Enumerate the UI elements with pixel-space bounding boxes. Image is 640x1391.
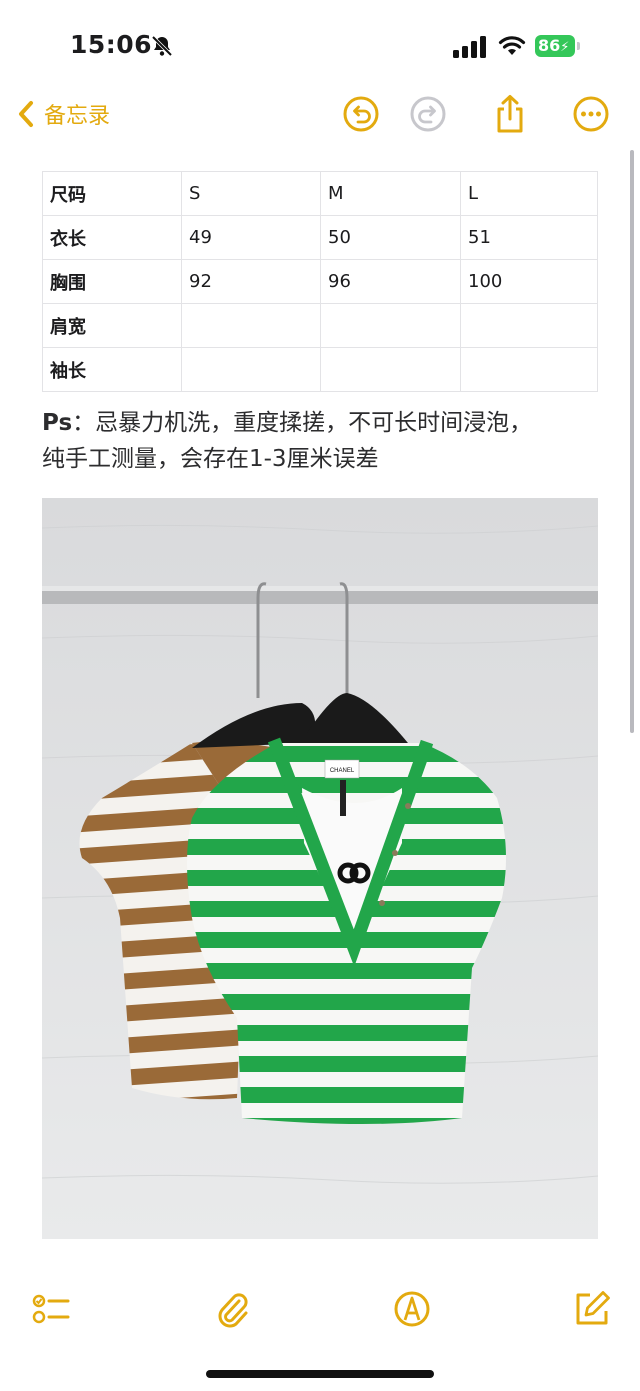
bottom-toolbar [0,1285,640,1335]
table-cell[interactable]: S [181,171,321,216]
paperclip-icon[interactable] [213,1289,253,1329]
table-cell[interactable] [460,347,598,392]
table-cell[interactable] [320,303,461,348]
status-time: 15:06 [70,30,153,59]
table-cell[interactable] [320,347,461,392]
table-row: 肩宽 [42,303,598,348]
table-cell[interactable]: 96 [320,259,461,304]
back-label: 备忘录 [44,104,111,129]
table-cell[interactable] [181,303,321,348]
table-cell[interactable]: 胸围 [42,259,182,304]
table-cell[interactable]: 51 [460,215,598,260]
table-cell[interactable]: 衣长 [42,215,182,260]
back-button[interactable]: 备忘录 [18,98,110,130]
chevron-left-icon [19,101,33,127]
table-row: 衣长 49 50 51 [42,215,598,260]
note-line-1: ：忌暴力机洗，重度揉搓，不可长时间浸泡， [72,410,533,436]
table-cell[interactable] [181,347,321,392]
home-indicator[interactable] [206,1370,434,1378]
note-line-2: 纯手工测量，会存在1-3厘米误差 [42,446,379,472]
table-cell[interactable]: 袖长 [42,347,182,392]
table-cell[interactable]: 92 [181,259,321,304]
bell-slash-icon [151,35,173,57]
scrollbar[interactable] [630,150,634,733]
table-row: 尺码 S M L [42,171,598,216]
battery-tip [577,42,580,50]
product-photo[interactable]: CHANEL [42,498,598,1239]
redo-icon[interactable] [408,94,448,134]
compose-icon[interactable] [572,1289,612,1329]
wifi-icon [498,36,526,55]
navigation-bar: 备忘录 [0,90,640,140]
table-cell[interactable]: 49 [181,215,321,260]
table-cell[interactable]: 50 [320,215,461,260]
size-table[interactable]: 尺码 S M L 衣长 49 50 51 胸围 92 96 100 肩宽 袖长 [42,171,598,392]
clothing-tag-text: CHANEL [330,768,355,774]
battery-level: 86 [538,36,561,55]
markup-pen-icon[interactable] [392,1289,432,1329]
table-row: 胸围 92 96 100 [42,259,598,304]
undo-icon[interactable] [341,94,381,134]
note-body-text[interactable]: Ps：忌暴力机洗，重度揉搓，不可长时间浸泡， 纯手工测量，会存在1-3厘米误差 [42,405,602,477]
table-cell[interactable]: 肩宽 [42,303,182,348]
table-cell[interactable]: 尺码 [42,171,182,216]
table-cell[interactable]: M [320,171,461,216]
table-row: 袖长 [42,347,598,392]
charging-bolt-icon: ⚡ [560,40,570,55]
table-cell[interactable]: L [460,171,598,216]
striped-tops-image: CHANEL [42,498,598,1239]
table-cell[interactable]: 100 [460,259,598,304]
table-cell[interactable] [460,303,598,348]
status-bar: 15:06 86⚡ [0,0,640,90]
cellular-signal-icon [453,36,486,58]
checklist-icon[interactable] [32,1289,72,1329]
more-options-icon[interactable] [571,94,611,134]
ps-label: Ps [42,410,73,436]
battery-indicator: 86⚡ [535,35,575,57]
share-icon[interactable] [490,94,530,134]
